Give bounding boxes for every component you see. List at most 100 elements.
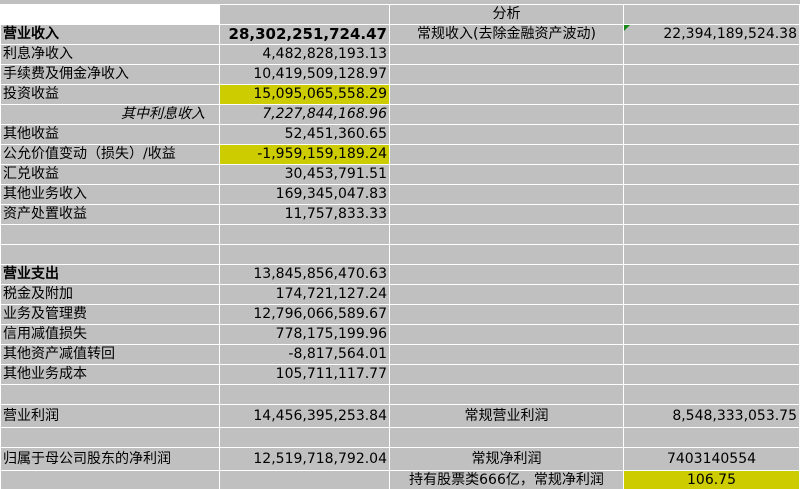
cell-label[interactable]: 利息净收入 xyxy=(0,44,220,65)
cell-a1[interactable] xyxy=(0,4,220,25)
cell-empty[interactable] xyxy=(219,470,390,489)
cell-label[interactable]: 营业支出 xyxy=(0,264,220,285)
cell-analysis-label[interactable]: 常规营业利润 xyxy=(389,404,624,428)
cell-value[interactable]: 10,419,509,128.97 xyxy=(219,64,390,85)
cell-empty[interactable] xyxy=(0,384,220,405)
cell-label[interactable]: 其他资产减值转回 xyxy=(0,344,220,365)
cell-label[interactable]: 手续费及佣金净收入 xyxy=(0,64,220,85)
cell-empty[interactable] xyxy=(389,344,624,365)
cell-empty[interactable] xyxy=(623,427,800,448)
cell-value[interactable]: -8,817,564.01 xyxy=(219,344,390,365)
cell-empty[interactable] xyxy=(623,304,800,325)
cell-value[interactable]: 30,453,791.51 xyxy=(219,164,390,185)
cell-empty[interactable] xyxy=(389,204,624,225)
cell-empty[interactable] xyxy=(0,244,220,265)
cell-label[interactable]: 其他业务收入 xyxy=(0,184,220,205)
cell-empty[interactable] xyxy=(389,224,624,245)
cell-analysis-label[interactable]: 常规收入(去除金融资产波动) xyxy=(389,24,624,45)
cell-empty[interactable] xyxy=(389,384,624,405)
table-row xyxy=(0,244,800,265)
cell-label[interactable]: 其他收益 xyxy=(0,124,220,145)
cell-empty[interactable] xyxy=(389,324,624,345)
cell-empty[interactable] xyxy=(623,324,800,345)
cell-value[interactable]: 7,227,844,168.96 xyxy=(219,104,390,125)
cell-analysis-value[interactable]: 7403140554 xyxy=(623,447,800,471)
cell-value[interactable]: 12,519,718,792.04 xyxy=(219,447,390,471)
cell-empty[interactable] xyxy=(389,124,624,145)
cell-value[interactable]: 28,302,251,724.47 xyxy=(219,24,390,45)
cell-empty[interactable] xyxy=(623,364,800,385)
cell-empty[interactable] xyxy=(623,44,800,65)
table-row: 其他业务收入 169,345,047.83 xyxy=(0,184,800,205)
cell-empty[interactable] xyxy=(219,427,390,448)
cell-empty[interactable] xyxy=(623,284,800,305)
cell-empty[interactable] xyxy=(623,104,800,125)
cell-label[interactable]: 信用减值损失 xyxy=(0,324,220,345)
cell-value[interactable]: 169,345,047.83 xyxy=(219,184,390,205)
cell-label[interactable]: 投资收益 xyxy=(0,84,220,105)
cell-empty[interactable] xyxy=(389,84,624,105)
cell-value[interactable]: 4,482,828,193.13 xyxy=(219,44,390,65)
cell-label[interactable]: 汇兑收益 xyxy=(0,164,220,185)
cell-analysis-label[interactable]: 常规净利润 xyxy=(389,447,624,471)
cell-label[interactable]: 业务及管理费 xyxy=(0,304,220,325)
cell-empty[interactable] xyxy=(219,244,390,265)
cell-value[interactable]: 11,757,833.33 xyxy=(219,204,390,225)
cell-value[interactable]: 105,711,117.77 xyxy=(219,364,390,385)
cell-empty[interactable] xyxy=(389,427,624,448)
cell-label[interactable]: 营业利润 xyxy=(0,404,220,428)
cell-empty[interactable] xyxy=(389,164,624,185)
cell-empty[interactable] xyxy=(623,224,800,245)
cell-label[interactable]: 税金及附加 xyxy=(0,284,220,305)
cell-value[interactable]: 14,456,395,253.84 xyxy=(219,404,390,428)
cell-label[interactable]: 公允价值变动（损失）/收益 xyxy=(0,144,220,165)
table-row: 营业利润 14,456,395,253.84 常规营业利润 8,548,333,… xyxy=(0,404,800,428)
cell-b1[interactable] xyxy=(219,4,390,25)
cell-label[interactable]: 归属于母公司股东的净利润 xyxy=(0,447,220,471)
cell-analysis-value-highlighted[interactable]: 106.75 xyxy=(623,470,800,489)
cell-empty[interactable] xyxy=(389,104,624,125)
cell-empty[interactable] xyxy=(623,84,800,105)
cell-label[interactable]: 其中利息收入 xyxy=(0,104,220,125)
cell-value[interactable]: 52,451,360.65 xyxy=(219,124,390,145)
cell-value[interactable]: 12,796,066,589.67 xyxy=(219,304,390,325)
cell-empty[interactable] xyxy=(389,44,624,65)
cell-empty[interactable] xyxy=(389,364,624,385)
cell-analysis-value[interactable]: 8,548,333,053.75 xyxy=(623,404,800,428)
cell-label[interactable]: 营业收入 xyxy=(0,24,220,45)
cell-empty[interactable] xyxy=(389,264,624,285)
comment-marker-icon xyxy=(624,25,630,31)
cell-empty[interactable] xyxy=(623,264,800,285)
cell-label[interactable]: 其他业务成本 xyxy=(0,364,220,385)
cell-d1[interactable] xyxy=(623,4,800,25)
cell-empty[interactable] xyxy=(0,224,220,245)
cell-value[interactable]: 778,175,199.96 xyxy=(219,324,390,345)
cell-value-highlighted[interactable]: 15,095,065,558.29 xyxy=(219,84,390,105)
cell-empty[interactable] xyxy=(219,384,390,405)
cell-analysis-label[interactable]: 持有股票类666亿，常规净利润 xyxy=(389,470,624,489)
cell-empty[interactable] xyxy=(623,164,800,185)
cell-empty[interactable] xyxy=(623,144,800,165)
cell-label[interactable]: 资产处置收益 xyxy=(0,204,220,225)
cell-empty[interactable] xyxy=(389,284,624,305)
cell-empty[interactable] xyxy=(623,204,800,225)
cell-empty[interactable] xyxy=(389,244,624,265)
cell-empty[interactable] xyxy=(623,384,800,405)
cell-empty[interactable] xyxy=(0,427,220,448)
cell-empty[interactable] xyxy=(0,470,220,489)
cell-empty[interactable] xyxy=(219,224,390,245)
cell-empty[interactable] xyxy=(623,184,800,205)
cell-empty[interactable] xyxy=(389,304,624,325)
cell-value-highlighted[interactable]: -1,959,159,189.24 xyxy=(219,144,390,165)
cell-empty[interactable] xyxy=(623,344,800,365)
cell-value[interactable]: 174,721,127.24 xyxy=(219,284,390,305)
cell-value[interactable]: 13,845,856,470.63 xyxy=(219,264,390,285)
cell-empty[interactable] xyxy=(389,64,624,85)
cell-empty[interactable] xyxy=(389,144,624,165)
cell-analysis-header[interactable]: 分析 xyxy=(389,4,624,25)
cell-empty[interactable] xyxy=(623,124,800,145)
cell-empty[interactable] xyxy=(389,184,624,205)
cell-empty[interactable] xyxy=(623,64,800,85)
cell-analysis-value[interactable]: 22,394,189,524.38 xyxy=(623,24,800,45)
cell-empty[interactable] xyxy=(623,244,800,265)
